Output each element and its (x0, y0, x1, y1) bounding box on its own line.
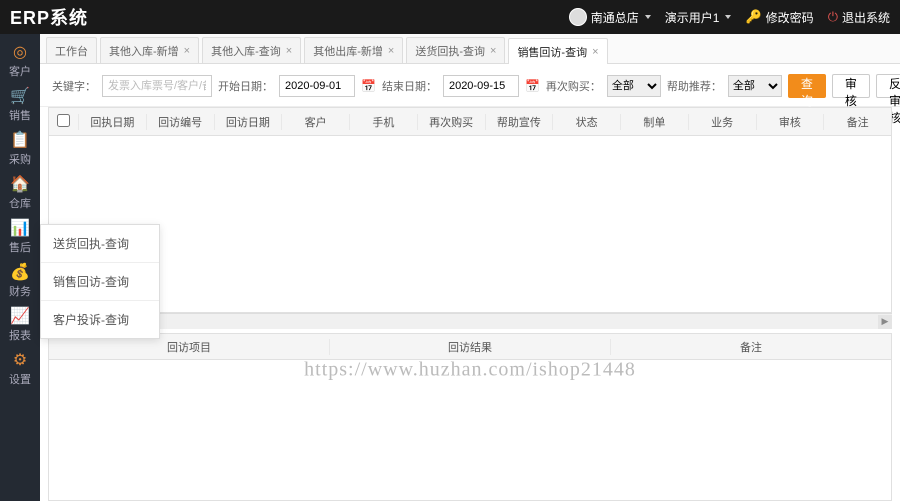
tab-other-out-new[interactable]: 其他出库-新增× (304, 37, 403, 63)
key-icon: 🔑 (745, 9, 761, 25)
logout-label: 退出系统 (842, 9, 890, 26)
calendar-icon[interactable]: 📅 (361, 79, 376, 93)
sidebar-item-warehouse[interactable]: 🏠仓库 (0, 172, 40, 216)
close-icon[interactable]: × (184, 45, 190, 57)
sidebar-item-report[interactable]: 📈报表 (0, 304, 40, 348)
home-icon: 🏠 (10, 177, 30, 193)
close-icon[interactable]: × (592, 46, 598, 58)
aftersales-flyout: 送货回执-查询 销售回访-查询 客户投诉-查询 (40, 224, 160, 339)
chevron-down-icon (645, 15, 651, 19)
keyword-input[interactable] (102, 75, 212, 97)
select-all-checkbox[interactable] (57, 114, 70, 127)
tab-bar: 工作台 其他入库-新增× 其他入库-查询× 其他出库-新增× 送货回执-查询× … (40, 34, 900, 64)
avatar-icon (569, 8, 587, 26)
sidebar-item-settings[interactable]: ⚙设置 (0, 348, 40, 392)
gear-icon: ⚙ (13, 353, 27, 369)
target-icon: ◎ (13, 45, 27, 61)
end-date-label: 结束日期： (382, 78, 437, 94)
col-approver: 审核 (757, 114, 825, 130)
report-icon: 📈 (10, 309, 30, 325)
close-icon[interactable]: × (286, 45, 292, 57)
tab-delivery-receipt[interactable]: 送货回执-查询× (406, 37, 505, 63)
detail-table-body (49, 360, 891, 500)
flyout-item-sales-visit[interactable]: 销售回访-查询 (41, 263, 159, 301)
user-name: 演示用户1 (665, 9, 720, 26)
col-visit-no: 回访编号 (147, 114, 215, 130)
col-remark: 备注 (824, 114, 891, 130)
chart-icon: 📊 (10, 221, 30, 237)
main-table: 回执日期 回访编号 回访日期 客户 手机 再次购买 帮助宣传 状态 制单 业务 … (48, 107, 892, 313)
unapprove-button[interactable]: 反审核 (876, 74, 900, 98)
col-visit-result: 回访结果 (330, 339, 611, 355)
logout-button[interactable]: ⏻ 退出系统 (828, 9, 890, 26)
cart-icon: 🛒 (10, 89, 30, 105)
col-repurchase: 再次购买 (418, 114, 486, 130)
detail-table-header: 回访项目 回访结果 备注 (49, 334, 891, 360)
flyout-item-delivery-receipt[interactable]: 送货回执-查询 (41, 225, 159, 263)
clipboard-icon: 📋 (10, 133, 30, 149)
col-receipt-date: 回执日期 (79, 114, 147, 130)
table-header: 回执日期 回访编号 回访日期 客户 手机 再次购买 帮助宣传 状态 制单 业务 … (49, 108, 891, 136)
repurchase-select[interactable]: 全部 (607, 75, 661, 97)
tab-other-in-query[interactable]: 其他入库-查询× (202, 37, 301, 63)
main-area: 工作台 其他入库-新增× 其他入库-查询× 其他出库-新增× 送货回执-查询× … (40, 34, 900, 501)
close-icon[interactable]: × (388, 45, 394, 57)
select-all-column (49, 114, 79, 130)
power-icon: ⏻ (828, 9, 838, 25)
sidebar-item-finance[interactable]: 💰财务 (0, 260, 40, 304)
start-date-label: 开始日期： (218, 78, 273, 94)
repurchase-label: 再次购买： (546, 78, 601, 94)
end-date-input[interactable] (443, 75, 519, 97)
change-password-button[interactable]: 🔑 修改密码 (745, 9, 813, 26)
col-visit-item: 回访项目 (49, 339, 330, 355)
app-header: ERP系统 南通总店 演示用户1 🔑 修改密码 ⏻ 退出系统 (0, 0, 900, 34)
tab-workbench[interactable]: 工作台 (46, 37, 97, 63)
flyout-item-complaint[interactable]: 客户投诉-查询 (41, 301, 159, 338)
col-phone: 手机 (350, 114, 418, 130)
chevron-down-icon (725, 15, 731, 19)
col-creator: 制单 (621, 114, 689, 130)
col-visit-date: 回访日期 (215, 114, 283, 130)
horizontal-scrollbar[interactable]: ◀ ▶ (48, 313, 892, 329)
app-logo: ERP系统 (10, 4, 88, 30)
table-body (49, 136, 891, 312)
detail-table: 回访项目 回访结果 备注 (48, 333, 892, 501)
sidebar-item-sales[interactable]: 🛒销售 (0, 84, 40, 128)
sidebar: ◎客户 🛒销售 📋采购 🏠仓库 📊售后 💰财务 📈报表 ⚙设置 送货回执-查询 … (0, 34, 40, 501)
start-date-input[interactable] (279, 75, 355, 97)
money-icon: 💰 (10, 265, 30, 281)
col-status: 状态 (553, 114, 621, 130)
user-menu[interactable]: 演示用户1 (665, 9, 732, 26)
promo-label: 帮助推荐： (667, 78, 722, 94)
store-name: 南通总店 (591, 9, 639, 26)
calendar-icon[interactable]: 📅 (525, 79, 540, 93)
close-icon[interactable]: × (490, 45, 496, 57)
scroll-track[interactable] (62, 315, 878, 329)
filter-bar: 关键字： 开始日期： 📅 结束日期： 📅 再次购买： 全部 帮助推荐： 全部 查… (40, 64, 900, 107)
sidebar-item-purchase[interactable]: 📋采购 (0, 128, 40, 172)
scroll-right-icon[interactable]: ▶ (878, 315, 892, 329)
col-business: 业务 (689, 114, 757, 130)
change-password-label: 修改密码 (766, 9, 814, 26)
search-button[interactable]: 查询 (788, 74, 826, 98)
tab-sales-visit-query[interactable]: 销售回访-查询× (508, 38, 607, 64)
tab-other-in-new[interactable]: 其他入库-新增× (100, 37, 199, 63)
store-selector[interactable]: 南通总店 (569, 8, 651, 26)
promo-select[interactable]: 全部 (728, 75, 782, 97)
sidebar-item-aftersales[interactable]: 📊售后 (0, 216, 40, 260)
col-detail-remark: 备注 (611, 339, 891, 355)
approve-button[interactable]: 审核 (832, 74, 870, 98)
sidebar-item-customer[interactable]: ◎客户 (0, 40, 40, 84)
col-customer: 客户 (282, 114, 350, 130)
keyword-label: 关键字： (52, 78, 96, 94)
col-promo: 帮助宣传 (486, 114, 554, 130)
